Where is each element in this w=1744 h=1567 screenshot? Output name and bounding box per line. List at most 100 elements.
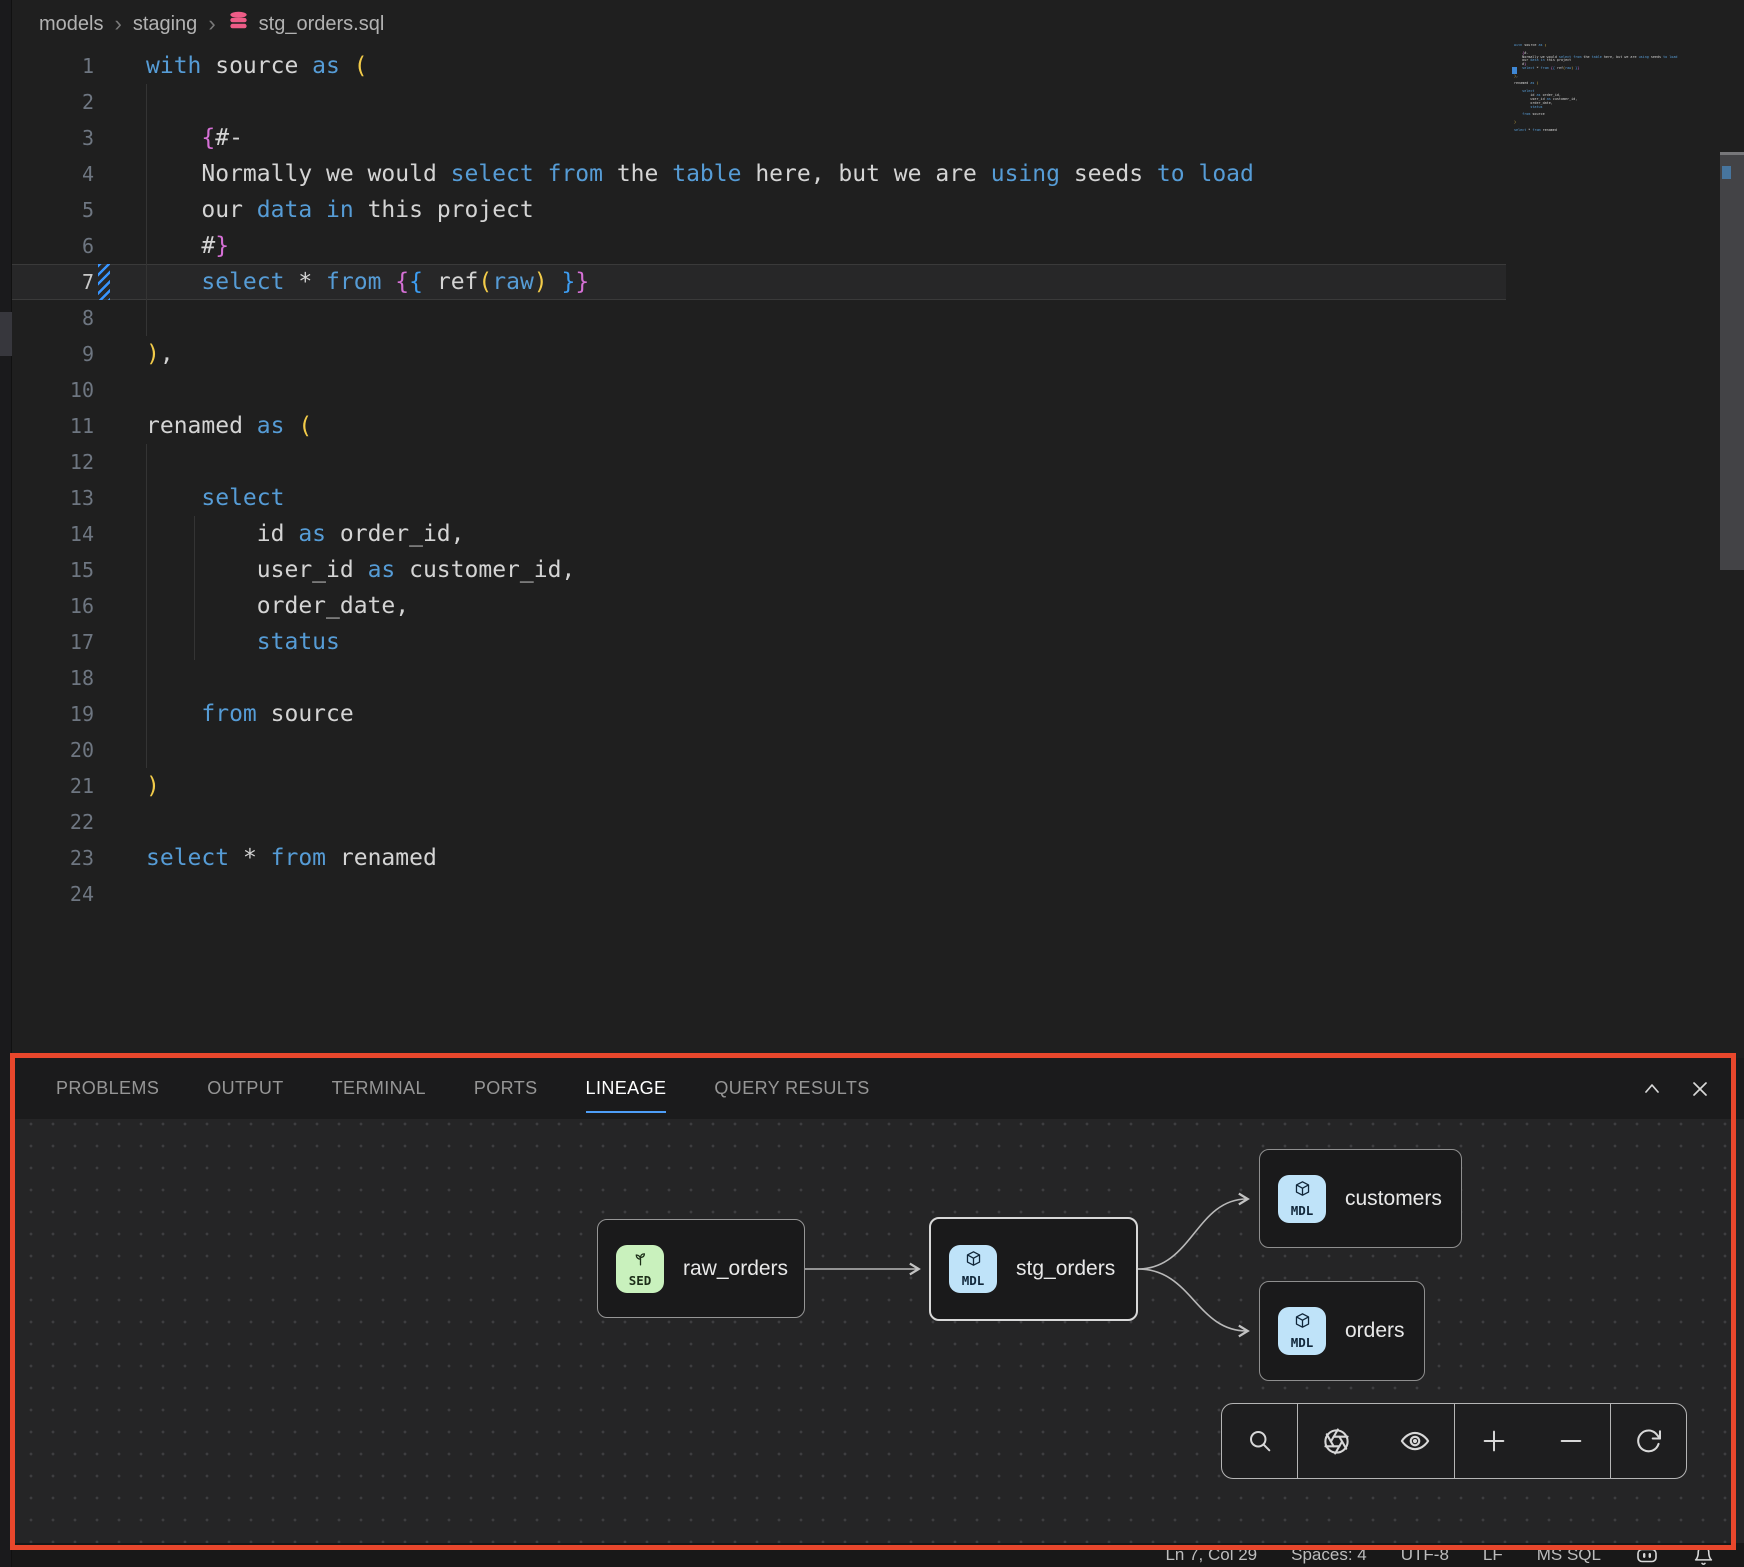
tab-output[interactable]: OUTPUT	[207, 1058, 283, 1119]
window-left-strip	[0, 0, 12, 1567]
tab-query-results[interactable]: QUERY RESULTS	[714, 1058, 869, 1119]
code-line-2[interactable]: 2	[12, 84, 1506, 120]
bottom-panel: PROBLEMS OUTPUT TERMINAL PORTS LINEAGE QUERY …	[12, 1058, 1744, 1543]
breadcrumb-item-staging[interactable]: staging	[133, 13, 198, 36]
gutter-modified-indicator	[98, 156, 110, 192]
status-language-mode[interactable]: MS SQL	[1537, 1545, 1601, 1565]
line-number: 21	[12, 768, 94, 804]
gutter-modified-indicator	[98, 408, 110, 444]
gutter-modified-indicator	[98, 516, 110, 552]
breadcrumb-item-file[interactable]: stg_orders.sql	[227, 10, 385, 39]
code-line-7[interactable]: 7 select * from {{ ref(raw) }}	[12, 264, 1506, 300]
gutter-modified-indicator	[98, 552, 110, 588]
code-line-6[interactable]: 6 #}	[12, 228, 1506, 264]
lineage-canvas[interactable]: SED raw_orders MDL stg_orders	[12, 1119, 1744, 1543]
code-line-22[interactable]: 22	[12, 804, 1506, 840]
gutter-modified-indicator	[98, 120, 110, 156]
status-indentation[interactable]: Spaces: 4	[1291, 1545, 1367, 1565]
status-eol[interactable]: LF	[1483, 1545, 1503, 1565]
code-line-17[interactable]: 17 status	[12, 624, 1506, 660]
line-number: 12	[12, 444, 94, 480]
gutter-modified-indicator	[98, 84, 110, 120]
chevron-up-icon[interactable]	[1642, 1079, 1662, 1099]
zoom-out-icon[interactable]	[1557, 1427, 1585, 1455]
model-badge: MDL	[1278, 1307, 1326, 1355]
gutter-modified-indicator	[98, 588, 110, 624]
lineage-toolbar	[1221, 1403, 1687, 1479]
gutter-modified-indicator	[98, 372, 110, 408]
badge-label: SED	[629, 1273, 652, 1288]
code-line-8[interactable]: 8	[12, 300, 1506, 336]
line-number: 14	[12, 516, 94, 552]
minimap-line	[1514, 132, 1714, 136]
code-text: )	[146, 768, 160, 804]
code-line-11[interactable]: 11renamed as (	[12, 408, 1506, 444]
close-icon[interactable]	[1690, 1079, 1710, 1099]
lineage-node-orders[interactable]: MDL orders	[1259, 1281, 1425, 1381]
zoom-in-icon[interactable]	[1480, 1427, 1508, 1455]
breadcrumb-item-models[interactable]: models	[39, 13, 103, 36]
node-label: raw_orders	[683, 1257, 788, 1281]
lineage-node-customers[interactable]: MDL customers	[1259, 1149, 1462, 1248]
eye-icon[interactable]	[1400, 1426, 1430, 1456]
code-line-3[interactable]: 3 {#-	[12, 120, 1506, 156]
search-icon[interactable]	[1246, 1427, 1274, 1455]
tab-lineage[interactable]: LINEAGE	[586, 1058, 667, 1119]
minimap-content: with source as ( {#- Normally we would s…	[1514, 44, 1714, 136]
overview-ruler-modified-marker	[1722, 166, 1731, 179]
tab-terminal[interactable]: TERMINAL	[332, 1058, 426, 1119]
copilot-icon[interactable]	[1635, 1544, 1659, 1566]
code-text: select	[146, 480, 284, 516]
code-line-24[interactable]: 24	[12, 876, 1506, 912]
indent-guide	[194, 516, 195, 660]
breadcrumb-separator-icon: ›	[208, 14, 215, 34]
code-text: renamed as (	[146, 408, 312, 444]
aperture-icon[interactable]	[1322, 1427, 1351, 1456]
code-line-5[interactable]: 5 our data in this project	[12, 192, 1506, 228]
refresh-icon[interactable]	[1634, 1427, 1663, 1456]
code-line-1[interactable]: 1with source as (	[12, 48, 1506, 84]
panel-actions	[1642, 1058, 1744, 1119]
code-line-19[interactable]: 19 from source	[12, 696, 1506, 732]
line-number: 20	[12, 732, 94, 768]
line-number: 15	[12, 552, 94, 588]
gutter-modified-indicator	[98, 192, 110, 228]
code-line-15[interactable]: 15 user_id as customer_id,	[12, 552, 1506, 588]
status-cursor-position[interactable]: Ln 7, Col 29	[1165, 1545, 1257, 1565]
line-number: 7	[12, 264, 94, 300]
code-text: from source	[146, 696, 354, 732]
tab-ports[interactable]: PORTS	[474, 1058, 538, 1119]
cube-icon	[1293, 1180, 1312, 1202]
panel-tabs: PROBLEMS OUTPUT TERMINAL PORTS LINEAGE QUERY …	[56, 1058, 870, 1119]
database-icon	[227, 10, 250, 39]
badge-label: MDL	[1291, 1203, 1314, 1218]
panel-tabbar: PROBLEMS OUTPUT TERMINAL PORTS LINEAGE QUERY …	[12, 1058, 1744, 1119]
code-line-4[interactable]: 4 Normally we would select from the tabl…	[12, 156, 1506, 192]
status-encoding[interactable]: UTF-8	[1401, 1545, 1449, 1565]
code-line-13[interactable]: 13 select	[12, 480, 1506, 516]
code-line-14[interactable]: 14 id as order_id,	[12, 516, 1506, 552]
code-line-16[interactable]: 16 order_date,	[12, 588, 1506, 624]
code-editor[interactable]: 1with source as (23 {#-4 Normally we wou…	[12, 48, 1744, 1058]
code-line-23[interactable]: 23select * from renamed	[12, 840, 1506, 876]
lineage-node-raw-orders[interactable]: SED raw_orders	[597, 1219, 805, 1318]
code-text: status	[146, 624, 340, 660]
line-number: 22	[12, 804, 94, 840]
gutter-modified-indicator	[98, 804, 110, 840]
tab-problems[interactable]: PROBLEMS	[56, 1058, 159, 1119]
code-line-20[interactable]: 20	[12, 732, 1506, 768]
code-lines: 1with source as (23 {#-4 Normally we wou…	[12, 48, 1744, 912]
node-label: orders	[1345, 1319, 1405, 1343]
lineage-node-stg-orders[interactable]: MDL stg_orders	[929, 1217, 1138, 1321]
code-line-10[interactable]: 10	[12, 372, 1506, 408]
editor-scrollbar-thumb[interactable]	[1720, 155, 1744, 570]
minimap[interactable]: with source as ( {#- Normally we would s…	[1514, 44, 1714, 154]
code-line-21[interactable]: 21)	[12, 768, 1506, 804]
code-line-12[interactable]: 12	[12, 444, 1506, 480]
bell-icon[interactable]	[1693, 1545, 1714, 1566]
line-number: 5	[12, 192, 94, 228]
left-strip-scroll-handle[interactable]	[0, 312, 12, 356]
code-line-18[interactable]: 18	[12, 660, 1506, 696]
code-line-9[interactable]: 9),	[12, 336, 1506, 372]
gutter-modified-indicator	[98, 696, 110, 732]
